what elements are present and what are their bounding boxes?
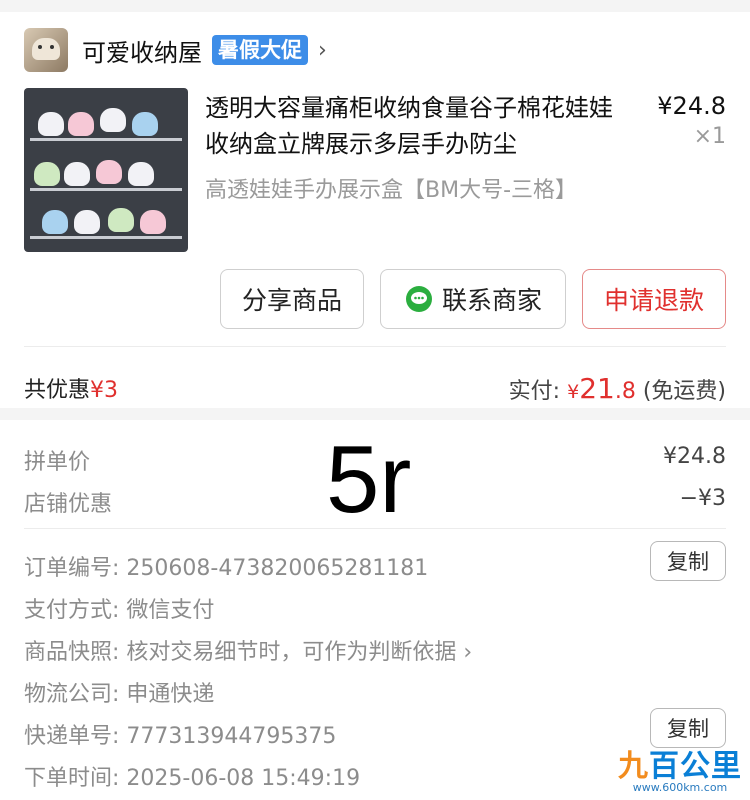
shop-header[interactable]: 可爱收纳屋 暑假大促 › xyxy=(24,28,327,72)
paid-label: 实付: xyxy=(508,379,561,404)
group-price-label: 拼单价 xyxy=(24,450,91,475)
chevron-right-icon[interactable]: › xyxy=(318,38,327,63)
product-image[interactable] xyxy=(24,88,188,252)
order-product-card: 可爱收纳屋 暑假大促 › 透明大容量痛柜收纳食量谷子棉花娃娃收纳盒立牌展示多层手… xyxy=(0,12,750,408)
copy-label: 复制 xyxy=(667,550,709,574)
watermark-brand: 百公里 xyxy=(649,749,742,784)
request-refund-label: 申请退款 xyxy=(603,286,704,315)
tracking-row: 快递单号: 777313944795375 xyxy=(24,718,336,750)
product-spec: 高透娃娃手办展示盒【BM大号-三格】 xyxy=(205,178,578,203)
tracking-label: 快递单号: xyxy=(24,724,120,749)
snapshot-row[interactable]: 商品快照: 核对交易细节时，可作为判断依据 › xyxy=(24,634,472,666)
order-time-value: 2025-06-08 15:49:19 xyxy=(126,766,361,791)
order-time-label: 下单时间: xyxy=(24,766,120,791)
tracking-value: 777313944795375 xyxy=(126,724,337,749)
snapshot-link[interactable]: 核对交易细节时，可作为判断依据 › xyxy=(126,640,472,665)
shop-discount-value: −¥3 xyxy=(679,486,726,511)
product-title[interactable]: 透明大容量痛柜收纳食量谷子棉花娃娃收纳盒立牌展示多层手办防尘 xyxy=(205,90,625,162)
payment-method-row: 支付方式: 微信支付 xyxy=(24,592,214,624)
contact-seller-button[interactable]: 联系商家 xyxy=(380,269,566,329)
copy-order-number-button[interactable]: 复制 xyxy=(650,541,726,581)
paid-currency: ¥ xyxy=(567,381,580,403)
logistics-value: 申通快递 xyxy=(126,682,215,707)
shop-avatar xyxy=(24,28,68,72)
shop-discount-label: 店铺优惠 xyxy=(24,492,113,517)
paid-amount-dec: .8 xyxy=(614,379,636,404)
discount-summary: 共优惠¥3 xyxy=(24,372,118,404)
order-number-row: 订单编号: 250608-473820065281181 xyxy=(24,550,428,582)
contact-seller-label: 联系商家 xyxy=(441,286,542,315)
shipping-note: (免运费) xyxy=(642,379,726,404)
paid-summary: 实付: ¥21.8 (免运费) xyxy=(509,372,726,405)
order-number-value: 250608-473820065281181 xyxy=(126,556,429,581)
divider xyxy=(24,346,726,347)
order-time-row: 下单时间: 2025-06-08 15:49:19 xyxy=(24,760,360,792)
paid-amount-int: 21 xyxy=(579,372,615,405)
wechat-chat-icon xyxy=(405,286,432,312)
discount-label: 共优惠 xyxy=(24,378,91,403)
price-block: ¥24.8 ×1 xyxy=(657,92,726,149)
promo-badge: 暑假大促 xyxy=(212,35,308,65)
product-price: ¥24.8 xyxy=(657,92,726,120)
watermark-logo: 九百公里 www.600km.com xyxy=(618,741,742,794)
order-number-label: 订单编号: xyxy=(24,556,120,581)
product-quantity: ×1 xyxy=(693,124,726,149)
divider xyxy=(24,528,726,529)
share-product-label: 分享商品 xyxy=(241,286,342,315)
watermark-prefix: 九 xyxy=(618,749,649,784)
copy-label: 复制 xyxy=(667,717,709,741)
payment-method-label: 支付方式: xyxy=(24,598,120,623)
shop-name[interactable]: 可爱收纳屋 xyxy=(82,33,202,68)
snapshot-label: 商品快照: xyxy=(24,640,120,665)
group-price-value: ¥24.8 xyxy=(663,444,726,469)
request-refund-button[interactable]: 申请退款 xyxy=(582,269,726,329)
logistics-row: 物流公司: 申通快递 xyxy=(24,676,214,708)
discount-value: ¥3 xyxy=(90,378,119,403)
share-product-button[interactable]: 分享商品 xyxy=(220,269,364,329)
payment-method-value: 微信支付 xyxy=(126,598,215,623)
watermark-url: www.600km.com xyxy=(632,781,728,794)
logistics-label: 物流公司: xyxy=(24,682,120,707)
handwritten-overlay-text: 5r xyxy=(326,426,412,533)
